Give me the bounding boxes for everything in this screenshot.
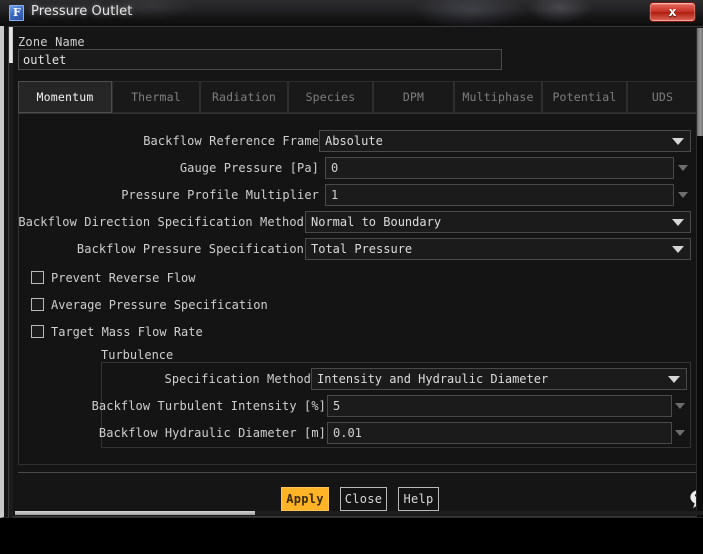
backflow-direction-specification-method-value: Normal to Boundary xyxy=(311,215,442,229)
window-title: Pressure Outlet xyxy=(31,4,133,19)
zone-name-input[interactable] xyxy=(18,49,502,70)
average-pressure-specification-checkbox[interactable] xyxy=(31,298,44,311)
backflow-turbulent-intensity-input[interactable] xyxy=(327,395,672,417)
tab-multiphase[interactable]: Multiphase xyxy=(454,81,542,113)
horizontal-scrollbar-thumb[interactable] xyxy=(15,511,255,515)
close-icon: x xyxy=(668,5,677,19)
gauge-pressure-label: Gauge Pressure [Pa] xyxy=(179,161,319,175)
gauge-pressure-input[interactable] xyxy=(325,157,674,179)
dialog-client-area: Zone Name Momentum Thermal Radiation Spe… xyxy=(0,26,703,518)
backflow-hydraulic-diameter-input[interactable] xyxy=(327,422,672,444)
close-window-button[interactable]: x xyxy=(649,2,696,22)
backflow-pressure-specification-value: Total Pressure xyxy=(311,242,413,256)
tab-bar: Momentum Thermal Radiation Species DPM M… xyxy=(18,81,698,113)
backflow-turbulent-intensity-spin-icon[interactable] xyxy=(675,403,685,409)
zone-name-label: Zone Name xyxy=(18,35,85,49)
pressure-profile-multiplier-input[interactable] xyxy=(325,184,674,206)
turbulence-specification-method-value: Intensity and Hydraulic Diameter xyxy=(317,372,549,386)
turbulence-specification-method-label: Specification Method xyxy=(164,372,311,386)
backflow-direction-specification-method-combobox[interactable]: Normal to Boundary xyxy=(305,211,691,233)
tab-radiation[interactable]: Radiation xyxy=(200,81,288,113)
momentum-tab-panel: Backflow Reference Frame Absolute Gauge … xyxy=(18,113,698,465)
tab-thermal[interactable]: Thermal xyxy=(112,81,200,113)
vertical-scrollbar[interactable] xyxy=(696,28,703,517)
footer-separator xyxy=(18,472,698,473)
tab-potential[interactable]: Potential xyxy=(542,81,627,113)
turbulence-group-label: Turbulence xyxy=(101,348,174,362)
dialog-inner-panel: Zone Name Momentum Thermal Radiation Spe… xyxy=(8,26,703,518)
vertical-scrollbar-thumb[interactable] xyxy=(697,28,703,136)
backflow-reference-frame-combobox[interactable]: Absolute xyxy=(319,130,691,152)
gauge-pressure-spin-icon[interactable] xyxy=(678,165,688,171)
tab-dpm[interactable]: DPM xyxy=(373,81,454,113)
backflow-hydraulic-diameter-label: Backflow Hydraulic Diameter [m] xyxy=(98,426,326,440)
chevron-down-icon xyxy=(672,246,684,253)
pressure-profile-multiplier-spin-icon[interactable] xyxy=(678,192,688,198)
turbulence-specification-method-combobox[interactable]: Intensity and Hydraulic Diameter xyxy=(311,368,687,390)
backflow-turbulent-intensity-label: Backflow Turbulent Intensity [%] xyxy=(91,399,326,413)
left-scrollbar[interactable] xyxy=(9,27,13,518)
fluent-f-glyph: F xyxy=(13,6,21,19)
chevron-down-icon xyxy=(672,219,684,226)
target-mass-flow-rate-checkbox[interactable] xyxy=(31,325,44,338)
title-bar[interactable]: F Pressure Outlet x xyxy=(0,0,703,27)
backflow-hydraulic-diameter-spin-icon[interactable] xyxy=(675,430,685,436)
target-mass-flow-rate-label: Target Mass Flow Rate xyxy=(51,325,203,339)
prevent-reverse-flow-checkbox[interactable] xyxy=(31,271,44,284)
pressure-profile-multiplier-label: Pressure Profile Multiplier xyxy=(121,188,319,202)
chevron-down-icon xyxy=(672,138,684,145)
horizontal-scrollbar[interactable] xyxy=(15,511,703,515)
backflow-pressure-specification-combobox[interactable]: Total Pressure xyxy=(305,238,691,260)
tab-species[interactable]: Species xyxy=(288,81,373,113)
prevent-reverse-flow-label: Prevent Reverse Flow xyxy=(51,271,196,285)
apply-button[interactable]: Apply xyxy=(281,487,329,511)
fluent-f-icon: F xyxy=(9,5,24,21)
tab-uds[interactable]: UDS xyxy=(627,81,698,113)
help-button[interactable]: Help xyxy=(398,487,439,511)
pressure-outlet-dialog: F Pressure Outlet x Zone Name Momentum T… xyxy=(0,0,703,518)
chevron-down-icon xyxy=(668,376,680,383)
close-button[interactable]: Close xyxy=(340,487,387,511)
left-scrollbar-thumb[interactable] xyxy=(9,27,13,63)
tab-momentum[interactable]: Momentum xyxy=(18,81,112,113)
backflow-reference-frame-label: Backflow Reference Frame xyxy=(143,134,319,148)
backflow-pressure-specification-label: Backflow Pressure Specification xyxy=(76,242,304,256)
average-pressure-specification-label: Average Pressure Specification xyxy=(51,298,268,312)
backflow-reference-frame-value: Absolute xyxy=(325,134,383,148)
backflow-direction-specification-method-label: Backflow Direction Specification Method xyxy=(18,215,304,229)
